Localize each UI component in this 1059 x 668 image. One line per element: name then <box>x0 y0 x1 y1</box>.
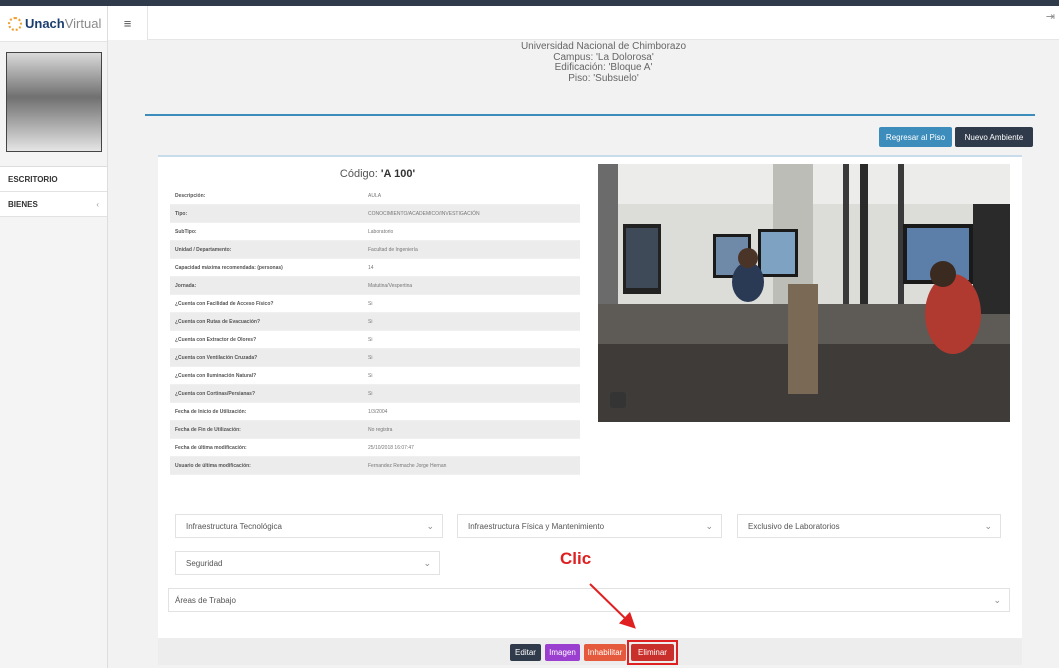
dropdown-seguridad[interactable]: Seguridad ⌄ <box>175 551 440 575</box>
chevron-down-icon: ⌄ <box>426 521 434 531</box>
table-row: SubTipo: Laboratorio <box>170 223 580 241</box>
sidebar-item-escritorio[interactable]: ESCRITORIO <box>0 167 107 192</box>
table-row: Fecha de última modificación: 25/10/2018 … <box>170 439 580 457</box>
brand-logo[interactable]: Unach Virtual <box>0 6 107 42</box>
detail-key: Jornada: <box>175 282 197 289</box>
detail-value: Facultad de Ingeniería <box>368 246 418 253</box>
chevron-down-icon: ⌄ <box>705 521 713 531</box>
detail-value: 14 <box>368 264 374 271</box>
disable-button[interactable]: Inhabilitar <box>584 644 626 661</box>
table-row: ¿Cuenta con Iluminación Natural? Si <box>170 367 580 385</box>
detail-key: Descripción: <box>175 192 206 199</box>
dropdown-label: Exclusivo de Laboratorios <box>748 521 840 531</box>
detail-key: ¿Cuenta con Rutas de Evacuación? <box>175 318 261 325</box>
header-floor: Piso: 'Subsuelo' <box>568 72 639 84</box>
detail-key: Fecha de última modificación: <box>175 444 247 451</box>
new-room-button[interactable]: Nuevo Ambiente <box>955 127 1033 147</box>
table-row: Capacidad máxima recomendada: (personas)… <box>170 259 580 277</box>
logout-icon[interactable]: ⇥ <box>1046 10 1055 23</box>
detail-value: 1/3/2004 <box>368 408 388 415</box>
detail-key: ¿Cuenta con Facilidad de Acceso Físico? <box>175 300 274 307</box>
annotation-arrow-icon <box>589 583 636 629</box>
room-code-value: 'A 100' <box>380 168 416 180</box>
location-header: Universidad Nacional de Chimborazo Campu… <box>148 40 1059 84</box>
detail-value: Si <box>368 318 373 325</box>
detail-value: Si <box>368 372 373 379</box>
image-button[interactable]: Imagen <box>545 644 580 661</box>
edit-button[interactable]: Editar <box>510 644 541 661</box>
user-avatar <box>6 52 102 152</box>
room-code-title: Código: 'A 100' <box>175 168 580 180</box>
table-row: Fecha de Fin de Utilización: No registra <box>170 421 580 439</box>
detail-key: Tipo: <box>175 210 188 217</box>
detail-value: 25/10/2018 16:07:47 <box>368 444 414 451</box>
room-photo[interactable] <box>598 164 1010 422</box>
unach-logo-icon <box>8 16 22 31</box>
detail-key: Capacidad máxima recomendada: (personas) <box>175 264 283 271</box>
delete-button[interactable]: Eliminar <box>631 644 674 661</box>
sidebar-item-label: BIENES <box>8 199 38 209</box>
detail-key: ¿Cuenta con Iluminación Natural? <box>175 372 257 379</box>
detail-key: Unidad / Departamento: <box>175 246 232 253</box>
room-code-label: Código: <box>339 168 378 180</box>
sidebar-item-bienes[interactable]: BIENES ‹ <box>0 192 107 217</box>
detail-value: Si <box>368 336 373 343</box>
detail-value: Si <box>368 354 373 361</box>
room-details-table: Descripción: AULA Tipo: CONOCIMIENTO/ACADE… <box>170 187 580 475</box>
annotation-label: Clic <box>560 549 592 568</box>
detail-value: Si <box>368 300 373 307</box>
detail-key: ¿Cuenta con Extractor de Olores? <box>175 336 257 343</box>
dropdown-label: Seguridad <box>186 558 223 568</box>
chevron-down-icon: ⌄ <box>423 558 431 568</box>
brand-name-part1: Unach <box>25 16 65 31</box>
table-row: Usuario de última modificación: Fernandez… <box>170 457 580 475</box>
detail-value: Matutina/Vespertina <box>368 282 413 289</box>
table-row: Jornada: Matutina/Vespertina <box>170 277 580 295</box>
table-row: ¿Cuenta con Facilidad de Acceso Físico? S… <box>170 295 580 313</box>
sidebar-nav: ESCRITORIO BIENES ‹ <box>0 166 107 217</box>
dropdown-label: Infraestructura Tecnológica <box>186 521 282 531</box>
table-row: Descripción: AULA <box>170 187 580 205</box>
table-row: Tipo: CONOCIMIENTO/ACADEMICO/INVESTIGACIÓ… <box>170 205 580 223</box>
detail-key: Fecha de Fin de Utilización: <box>175 426 241 433</box>
table-row: ¿Cuenta con Rutas de Evacuación? Si <box>170 313 580 331</box>
top-bar: ⇥ <box>148 6 1059 40</box>
chevron-down-icon: ⌄ <box>984 521 992 531</box>
table-row: ¿Cuenta con Extractor de Olores? Si <box>170 331 580 349</box>
detail-key: ¿Cuenta con Cortinas/Persianas? <box>175 390 256 397</box>
sidebar: Unach Virtual ESCRITORIO BIENES ‹ <box>0 6 108 668</box>
detail-value: Si <box>368 390 373 397</box>
detail-key: SubTipo: <box>175 228 197 235</box>
dropdown-exclusivo-laboratorios[interactable]: Exclusivo de Laboratorios ⌄ <box>737 514 1001 538</box>
chevron-down-icon: ⌄ <box>993 595 1001 605</box>
detail-value: Laboratorio <box>368 228 394 235</box>
dropdown-label: Áreas de Trabajo <box>175 595 236 605</box>
room-photo-illustration <box>598 164 1010 422</box>
sidebar-item-label: ESCRITORIO <box>8 174 58 184</box>
detail-key: ¿Cuenta con Ventilación Cruzada? <box>175 354 258 361</box>
table-row: Unidad / Departamento: Facultad de Ingeni… <box>170 241 580 259</box>
detail-key: Usuario de última modificación: <box>175 462 251 469</box>
header-university: Universidad Nacional de Chimborazo <box>520 41 687 52</box>
table-row: ¿Cuenta con Ventilación Cruzada? Si <box>170 349 580 367</box>
detail-key: Fecha de Inicio de Utilización: <box>175 408 247 415</box>
dropdown-label: Infraestructura Física y Mantenimiento <box>468 521 605 531</box>
header-building: Edificación: 'Bloque A' <box>554 62 653 73</box>
dropdown-infraestructura-tecnologica[interactable]: Infraestructura Tecnológica ⌄ <box>175 514 443 538</box>
table-row: Fecha de Inicio de Utilización: 1/3/2004 <box>170 403 580 421</box>
detail-value: Fernandez Remache Jorge Hernan <box>368 462 447 469</box>
detail-value: AULA <box>368 192 382 199</box>
chevron-left-icon: ‹ <box>96 199 99 209</box>
section-divider <box>145 114 1035 116</box>
dropdown-infraestructura-fisica[interactable]: Infraestructura Física y Mantenimiento ⌄ <box>457 514 722 538</box>
brand-name-part2: Virtual <box>64 16 102 31</box>
detail-value: No registra <box>368 426 393 433</box>
table-row: ¿Cuenta con Cortinas/Persianas? Si <box>170 385 580 403</box>
back-to-floor-button[interactable]: Regresar al Piso <box>879 127 952 147</box>
detail-value: CONOCIMIENTO/ACADEMICO/INVESTIGACIÓN <box>368 210 480 217</box>
menu-toggle-icon[interactable]: ≡ <box>108 6 148 40</box>
